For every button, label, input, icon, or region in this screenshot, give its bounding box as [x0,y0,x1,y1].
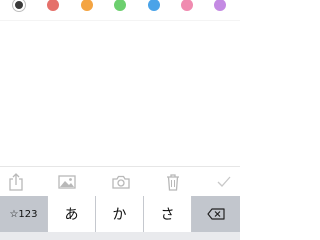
share-button[interactable] [5,172,27,192]
key-a-label: あ [64,207,79,223]
notes-screen: ☆123 あ か さ [0,0,240,240]
camera-icon [112,175,130,189]
color-swatch-green[interactable] [114,0,126,11]
color-swatch-red[interactable] [47,0,59,11]
bottom-toolbar [0,166,240,197]
key-sa[interactable]: さ [144,196,192,232]
key-ka[interactable]: か [96,196,144,232]
key-ka-label: か [112,207,127,223]
color-palette [0,0,240,14]
note-text-area[interactable] [0,21,240,166]
mode-switch-label: ☆123 [9,208,38,220]
trash-icon [167,174,179,191]
mode-switch-key[interactable]: ☆123 [0,196,48,232]
color-swatch-purple[interactable] [214,0,226,11]
backspace-key[interactable] [192,196,240,232]
key-sa-label: さ [160,207,175,223]
done-button[interactable] [213,172,235,192]
color-swatch-black[interactable] [13,0,25,11]
image-button[interactable] [56,172,78,192]
trash-button[interactable] [162,172,184,192]
color-swatch-orange[interactable] [81,0,93,11]
image-icon [58,175,76,189]
color-swatch-pink[interactable] [181,0,193,11]
keyboard-next-row [0,232,240,240]
backspace-icon [207,208,225,220]
checkmark-icon [217,176,231,187]
key-a[interactable]: あ [48,196,96,232]
japanese-keyboard: ☆123 あ か さ [0,196,240,240]
color-swatch-blue[interactable] [148,0,160,11]
camera-button[interactable] [110,172,132,192]
share-icon [9,173,23,191]
